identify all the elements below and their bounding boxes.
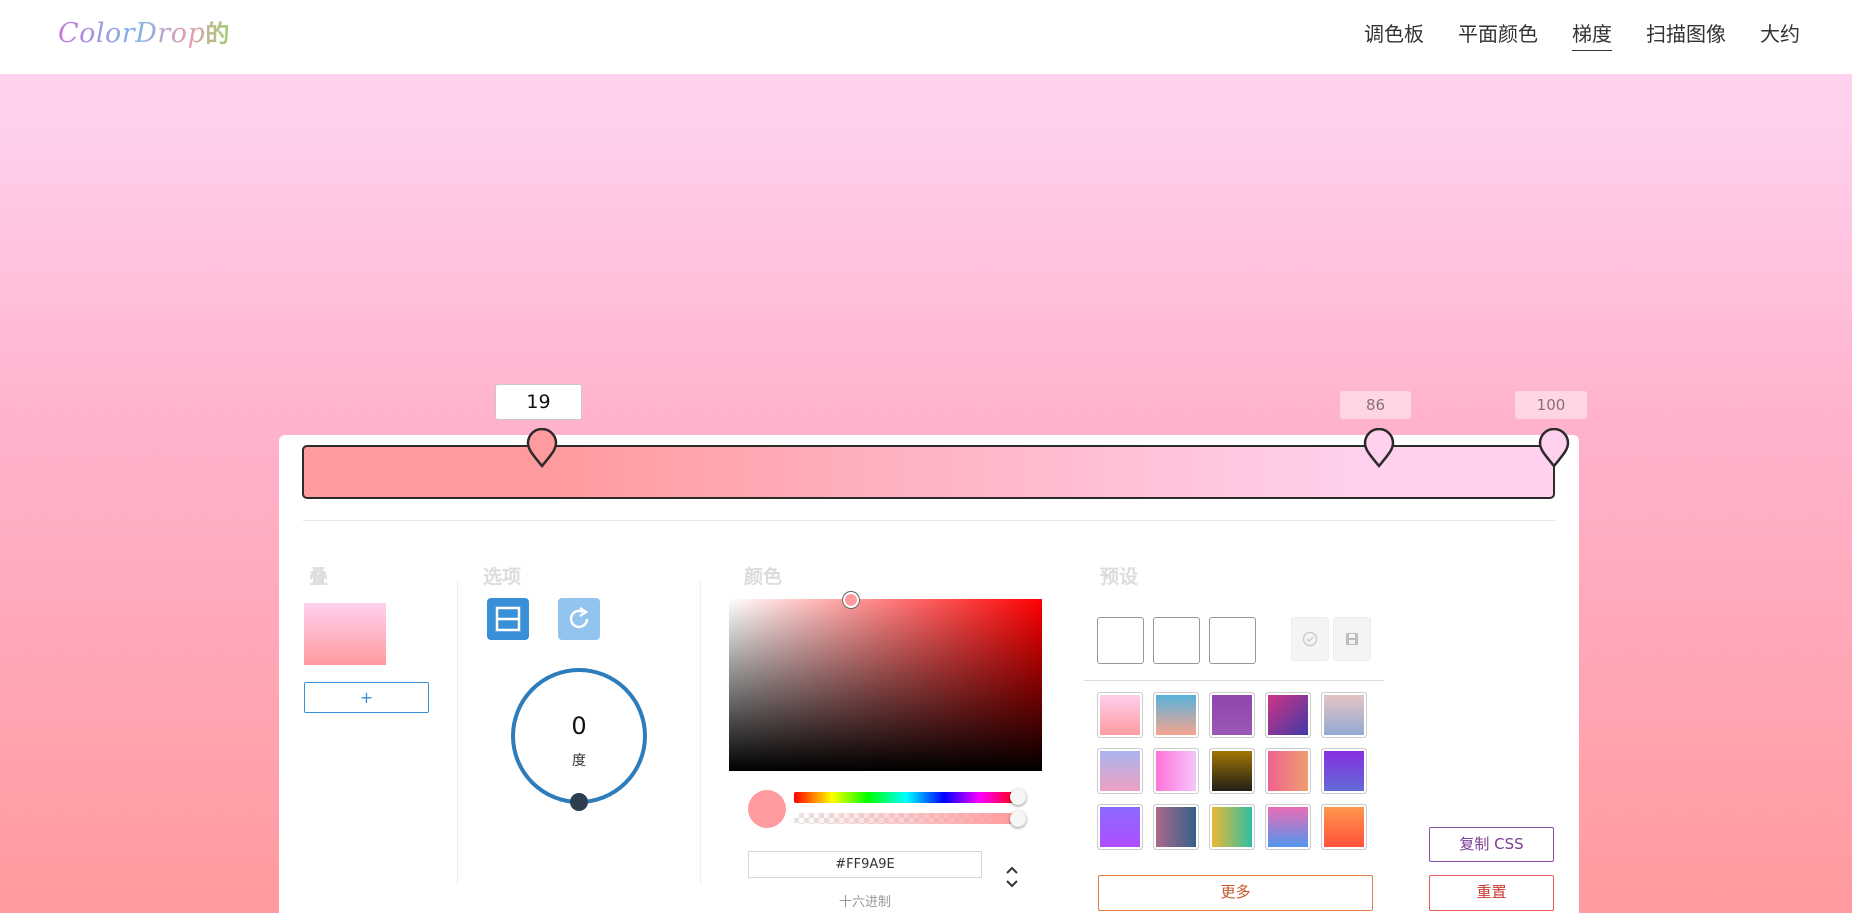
preset-swatch[interactable] [1097, 804, 1143, 850]
alpha-slider-knob[interactable] [1010, 811, 1026, 827]
column-divider [457, 580, 458, 885]
options-title: 选项 [483, 566, 522, 588]
layers-title: 叠 [309, 566, 329, 588]
angle-dial[interactable]: 0 度 [511, 668, 647, 804]
custom-preset-slot[interactable] [1153, 617, 1200, 664]
stop-position-input-selected[interactable]: 19 [495, 384, 582, 420]
hue-slider[interactable] [794, 792, 1018, 803]
preset-swatch[interactable] [1153, 692, 1199, 738]
rotate-icon [569, 606, 589, 629]
logo-suffix: 的 [205, 20, 230, 48]
saturation-value-cursor[interactable] [843, 592, 859, 608]
copy-css-button[interactable]: 复制 CSS [1429, 827, 1554, 862]
stop-position-label[interactable]: 86 [1340, 391, 1411, 419]
nav-item-flat-colors[interactable]: 平面颜色 [1458, 18, 1538, 51]
preset-swatch[interactable] [1097, 748, 1143, 794]
check-circle-icon [1302, 631, 1318, 647]
radial-type-button[interactable] [558, 598, 600, 640]
angle-value: 0 [571, 712, 587, 740]
angle-unit: 度 [572, 753, 586, 769]
preset-swatch[interactable] [1153, 748, 1199, 794]
preset-swatch[interactable] [1265, 804, 1311, 850]
logo-text: ColorDrop [58, 18, 206, 49]
preset-swatch[interactable] [1321, 692, 1367, 738]
format-toggle-icon[interactable] [1003, 864, 1021, 890]
color-title: 颜色 [744, 566, 783, 588]
main-nav: 调色板 平面颜色 梯度 扫描图像 大约 [1364, 18, 1800, 51]
preset-swatch[interactable] [1265, 748, 1311, 794]
linear-type-button[interactable] [487, 598, 529, 640]
preset-swatch[interactable] [1265, 692, 1311, 738]
stop-handle[interactable] [1362, 428, 1396, 468]
preset-swatch[interactable] [1209, 692, 1255, 738]
linear-gradient-icon [495, 606, 521, 632]
nav-item-gradient[interactable]: 梯度 [1572, 18, 1612, 51]
stop-position-label[interactable]: 100 [1515, 391, 1587, 419]
preset-swatch[interactable] [1321, 804, 1367, 850]
alpha-slider[interactable] [794, 813, 1018, 824]
saturation-value-picker[interactable] [729, 599, 1042, 771]
app-logo[interactable]: ColorDrop的 [58, 14, 230, 54]
app-header: ColorDrop的 调色板 平面颜色 梯度 扫描图像 大约 [0, 0, 1852, 74]
add-layer-button[interactable]: + [304, 682, 429, 713]
current-color-swatch [748, 790, 786, 828]
reset-button[interactable]: 重置 [1429, 875, 1554, 911]
presets-divider [1084, 680, 1384, 681]
nav-item-palette[interactable]: 调色板 [1364, 18, 1424, 51]
save-icon [1346, 633, 1358, 645]
preset-swatch[interactable] [1209, 748, 1255, 794]
preset-swatch[interactable] [1321, 748, 1367, 794]
stop-handle-selected[interactable] [525, 428, 559, 468]
custom-preset-slot[interactable] [1209, 617, 1256, 664]
more-presets-button[interactable]: 更多 [1098, 875, 1373, 911]
layer-thumbnail[interactable] [304, 603, 386, 665]
preset-swatch[interactable] [1097, 692, 1143, 738]
hex-label: 十六进制 [838, 895, 891, 910]
divider [303, 520, 1555, 521]
hue-slider-knob[interactable] [1010, 789, 1026, 805]
nav-item-scan-image[interactable]: 扫描图像 [1646, 18, 1726, 51]
column-divider [700, 580, 701, 885]
preset-swatch[interactable] [1153, 804, 1199, 850]
stop-handle[interactable] [1537, 428, 1571, 468]
angle-dial-knob[interactable] [570, 793, 588, 811]
nav-item-about[interactable]: 大约 [1760, 18, 1800, 51]
custom-preset-slot[interactable] [1097, 617, 1144, 664]
apply-preset-button[interactable] [1291, 617, 1329, 661]
preset-swatch[interactable] [1209, 804, 1255, 850]
presets-title: 预设 [1100, 566, 1139, 588]
hex-input[interactable] [748, 851, 982, 878]
save-preset-button[interactable] [1333, 617, 1371, 661]
